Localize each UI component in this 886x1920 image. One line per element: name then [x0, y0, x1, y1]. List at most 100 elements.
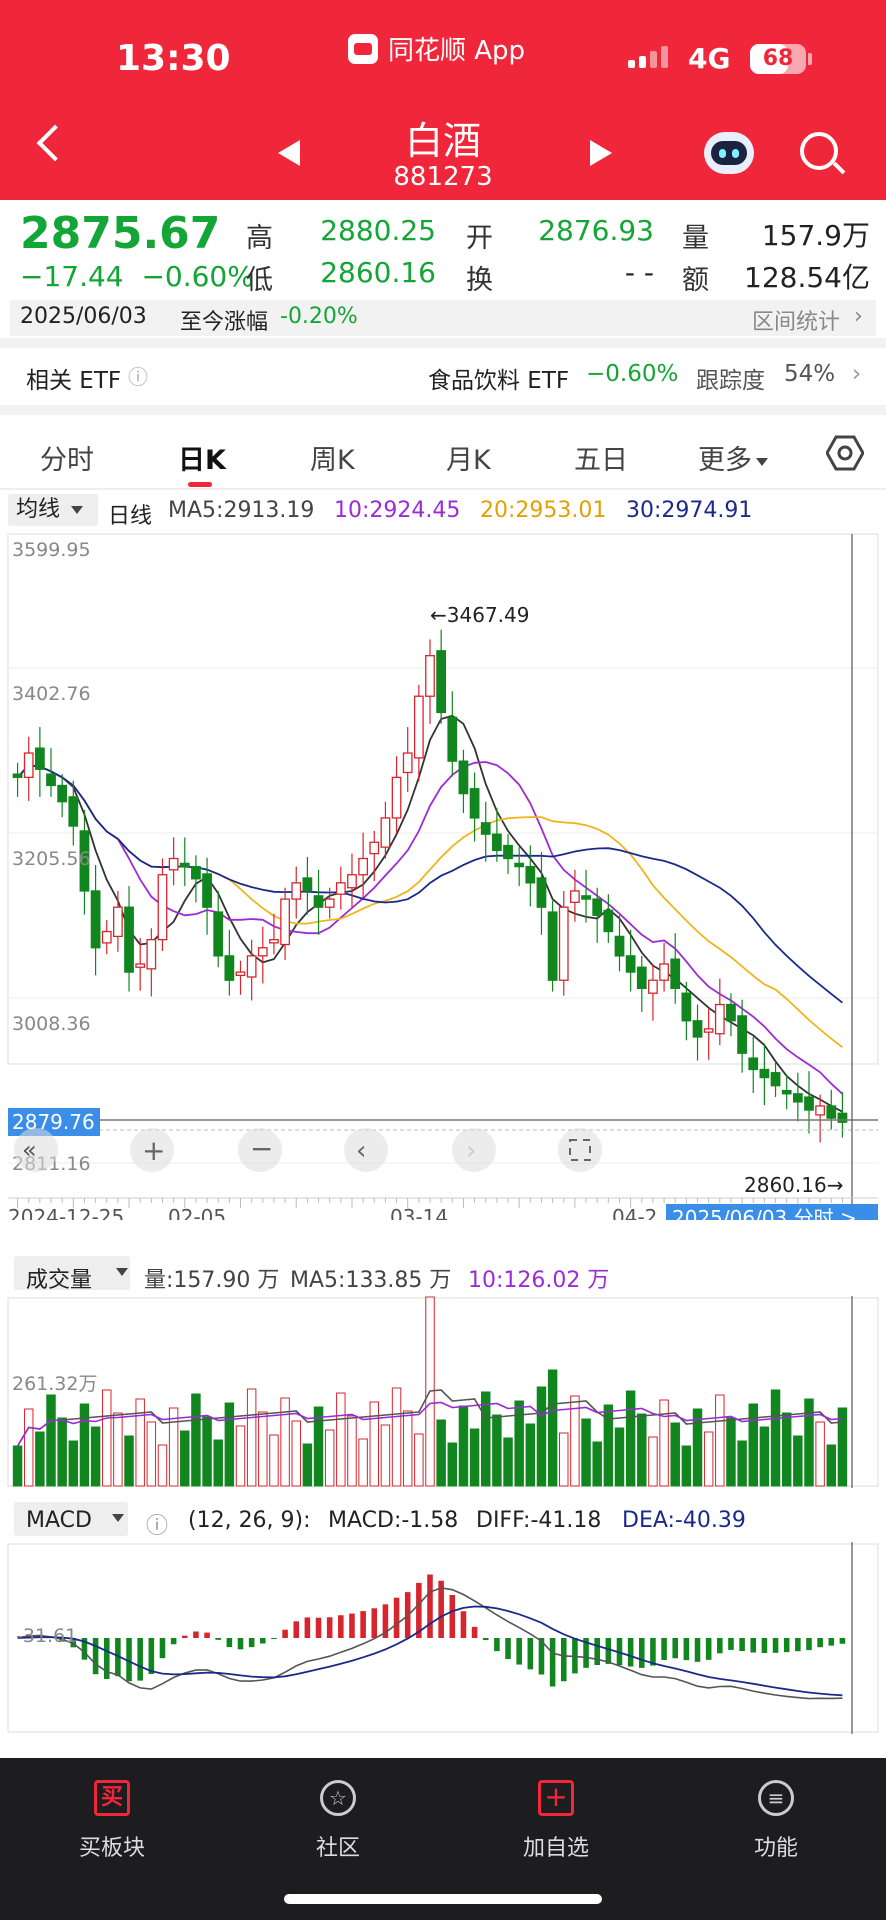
next-stock-icon[interactable]	[590, 140, 612, 166]
nav-label: 买板块	[78, 1836, 145, 1861]
candle-body	[34, 747, 45, 770]
volume-bar	[380, 1424, 391, 1487]
home-indicator[interactable]	[284, 1894, 602, 1904]
assistant-robot-icon[interactable]	[704, 132, 754, 174]
volume-value: 量:157.90 万	[144, 1268, 280, 1293]
volume-bar	[503, 1437, 513, 1487]
volume-bar	[781, 1412, 792, 1487]
add-icon: +	[538, 1780, 574, 1816]
volume-bar	[414, 1433, 424, 1487]
tab-more[interactable]: 更多	[698, 438, 768, 477]
date-bar: 2025/06/03 至今涨幅 -0.20% 区间统计 ›	[10, 300, 876, 336]
volume-bar	[525, 1423, 536, 1487]
candle-body	[391, 776, 402, 819]
macd-value: MACD:-1.58	[328, 1508, 459, 1533]
volume-bar	[113, 1412, 123, 1487]
candle-body	[536, 877, 547, 908]
fullscreen-button[interactable]	[558, 1128, 602, 1172]
candle-body	[347, 874, 357, 889]
back-arrow-icon[interactable]	[36, 124, 74, 162]
macd-chart[interactable]: -31.61	[0, 1542, 886, 1734]
range-stats-link[interactable]: 区间统计	[752, 304, 840, 336]
kline-chart[interactable]: 3599.95 3402.76 3205.56 3008.36 2811.16 …	[0, 530, 886, 1220]
etf-row[interactable]: 相关 ETF ⓘ 食品饮料 ETF −0.60% 跟踪度 54% ›	[0, 345, 886, 405]
x-label-3: 04-2	[612, 1205, 657, 1220]
stock-code: 881273	[393, 162, 493, 192]
nav-label: 加自选	[522, 1836, 589, 1861]
app-indicator: 同花顺 App	[348, 30, 525, 67]
candle-body	[603, 909, 614, 933]
volume-bar	[559, 1432, 569, 1487]
bottom-nav: 买 买板块 ☆ 社区 + 加自选 ≡ 功能	[0, 1758, 886, 1920]
tab-five-day[interactable]: 五日	[574, 438, 628, 477]
candle-body	[101, 930, 112, 944]
volume-bar	[703, 1431, 714, 1487]
volume-bar	[726, 1417, 736, 1487]
turnover-label: 换	[466, 265, 493, 296]
volume-bar	[592, 1441, 602, 1487]
volume-bar	[302, 1443, 313, 1487]
volume-bar	[35, 1431, 45, 1487]
nav-add-watchlist[interactable]: + 加自选	[486, 1768, 626, 1878]
volume-bar	[648, 1436, 658, 1487]
volume-bar	[347, 1415, 357, 1487]
quote-date: 2025/06/03	[20, 304, 147, 329]
candle-body	[380, 817, 391, 848]
turnover-value: - -	[624, 256, 654, 289]
candle-body	[257, 947, 268, 957]
candle-body	[480, 822, 491, 835]
ma10-line	[16, 761, 844, 1095]
candle-body	[692, 1020, 703, 1038]
tab-fenshi[interactable]: 分时	[40, 438, 94, 477]
candle-body	[792, 1093, 803, 1103]
date-tag-label[interactable]: 2025/06/03 分时 >	[672, 1206, 857, 1220]
volume-bar	[168, 1407, 179, 1487]
candle-body	[447, 716, 458, 762]
tab-weekly-k[interactable]: 周K	[310, 438, 355, 477]
nav-functions[interactable]: ≡ 功能	[706, 1768, 846, 1878]
candle-body	[113, 906, 123, 938]
volume-bar	[180, 1430, 190, 1487]
candle-body	[592, 898, 603, 916]
nav-community[interactable]: ☆ 社区	[268, 1768, 408, 1878]
y-tick-1: 3402.76	[12, 683, 91, 705]
volume-bar	[514, 1400, 524, 1487]
plus-icon: +	[142, 1134, 165, 1167]
help-icon[interactable]: ⓘ	[128, 361, 148, 390]
candle-body	[124, 906, 134, 973]
tab-daily-k[interactable]: 日K	[178, 438, 226, 477]
star-icon: ☆	[320, 1780, 356, 1816]
candle-body	[135, 963, 146, 968]
help-icon[interactable]: ⓘ	[146, 1508, 168, 1540]
prev-stock-icon[interactable]	[278, 140, 300, 166]
chevron-right-icon: ›	[852, 361, 862, 387]
open-value: 2876.93	[538, 214, 654, 247]
etf-pct: −0.60%	[586, 361, 679, 387]
chevron-right-icon: ›	[854, 304, 863, 329]
volume-chart[interactable]: 261.32万	[0, 1296, 886, 1488]
tab-monthly-k[interactable]: 月K	[446, 438, 491, 477]
track-label: 跟踪度	[696, 368, 765, 394]
volume-header: 成交量 量:157.90 万 MA5:133.85 万 10:126.02 万	[0, 1254, 886, 1294]
volume-bar	[258, 1411, 268, 1487]
buy-icon: 买	[94, 1780, 130, 1816]
volume-bar	[68, 1440, 79, 1487]
chart-controls: « + − ‹ ›	[14, 1128, 602, 1172]
candle-body	[581, 895, 591, 900]
volume-bar	[213, 1439, 223, 1487]
settings-hexagon-icon[interactable]	[826, 434, 864, 472]
volume-bar	[235, 1425, 246, 1487]
app-logo-icon	[348, 33, 378, 64]
volume-bar	[336, 1392, 346, 1487]
chevron-left-icon: ‹	[356, 1136, 366, 1166]
signal-icon	[628, 46, 668, 68]
since-value: -0.20%	[280, 304, 358, 329]
volume-ma10: 10:126.02 万	[468, 1268, 610, 1293]
volume-bar	[191, 1393, 201, 1487]
volume-bar	[79, 1403, 90, 1487]
nav-buy-sector[interactable]: 买 买板块	[42, 1768, 182, 1878]
macd-params: (12, 26, 9):	[188, 1508, 311, 1533]
candle-body	[224, 955, 235, 981]
candle-body	[269, 938, 279, 944]
candle-body	[491, 833, 502, 852]
